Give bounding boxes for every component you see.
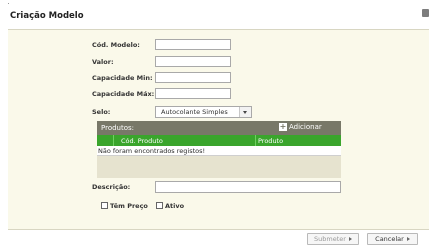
capacidade-max-label: Capacidade Máx: (92, 90, 155, 98)
close-icon[interactable] (422, 9, 429, 17)
produtos-title: Produtos: (101, 124, 135, 132)
chevron-right-icon (406, 237, 410, 241)
capacidade-min-input[interactable] (155, 72, 231, 83)
capacidade-min-label: Capacidade Min: (92, 74, 153, 82)
capacidade-max-input[interactable] (155, 88, 231, 99)
submit-label: Submeter (314, 235, 346, 243)
column-produto[interactable]: Produto (258, 137, 283, 145)
footer-bar (8, 229, 429, 245)
add-produto-label: Adicionar (289, 123, 322, 131)
cancel-label: Cancelar (375, 235, 404, 243)
corner-mark (8, 3, 9, 4)
descricao-input[interactable] (155, 181, 341, 193)
ativo-label: Ativo (165, 202, 185, 210)
cancel-button[interactable]: Cancelar (367, 233, 418, 245)
column-cod-produto[interactable]: Cód. Produto (121, 137, 163, 145)
chevron-down-icon[interactable] (239, 107, 251, 117)
valor-label: Valor: (92, 58, 114, 66)
produtos-column-header: Cód. Produto Produto (97, 135, 341, 146)
descricao-label: Descrição: (92, 183, 131, 191)
selo-selected-value: Autocolante Simples (161, 108, 228, 116)
produtos-grid: Produtos: + Adicionar Cód. Produto Produt… (97, 121, 341, 178)
selo-select[interactable]: Autocolante Simples (155, 106, 252, 118)
submit-button[interactable]: Submeter (307, 233, 359, 245)
tem-preco-label: Têm Preço (110, 202, 148, 210)
chevron-right-icon (348, 237, 352, 241)
selo-label: Selo: (92, 108, 111, 116)
select-column[interactable] (97, 135, 114, 146)
tem-preco-checkbox[interactable] (101, 202, 108, 209)
column-divider (255, 135, 256, 146)
cod-modelo-label: Cód. Modelo: (92, 41, 140, 49)
cod-modelo-input[interactable] (155, 39, 231, 50)
plus-icon: + (279, 122, 287, 131)
add-produto-button[interactable]: + Adicionar (279, 123, 322, 133)
valor-input[interactable] (155, 56, 231, 67)
produtos-grid-header: Produtos: + Adicionar (97, 121, 341, 135)
ativo-checkbox[interactable] (156, 202, 163, 209)
window-title: Criação Modelo (10, 11, 84, 21)
empty-message: Não foram encontrados registos! (97, 146, 341, 156)
